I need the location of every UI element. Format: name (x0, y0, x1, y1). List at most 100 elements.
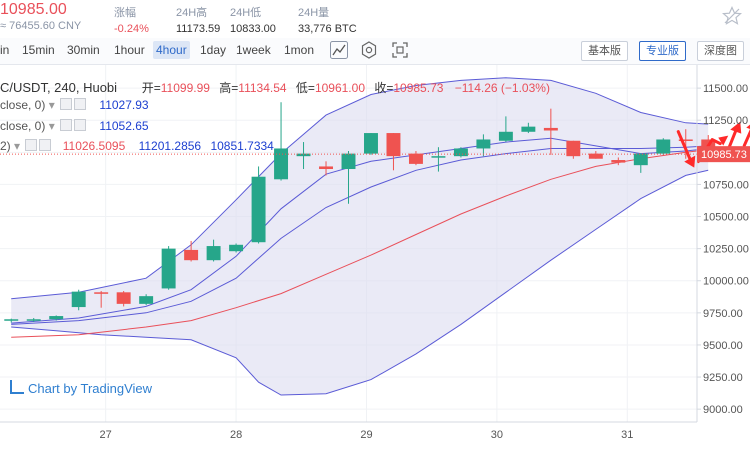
fullscreen-icon[interactable] (391, 41, 409, 59)
y-tick-label: 10500.00 (703, 212, 749, 224)
legend-ohlc: C/USDT, 240, Huobi 开=11099.99 高=11134.54… (0, 79, 550, 96)
volume-label: 24H量 (298, 7, 330, 19)
y-tick-label: 10000.00 (703, 276, 749, 288)
settings-icon[interactable] (60, 119, 73, 131)
candle-body (161, 248, 176, 289)
change-value-legend: −114.26 (−1.03%) (454, 81, 550, 95)
indicator-1-name: close, 0) (0, 98, 46, 112)
change-value: -0.24% (114, 23, 149, 35)
candle-body (319, 166, 333, 170)
low-stat: 24H低 10833.00 (230, 4, 276, 35)
legend-title: C/USDT, 240, Huobi (0, 80, 118, 95)
candle-body (229, 244, 244, 252)
candle-body (341, 153, 356, 170)
last-price-tag-label: 10985.73 (701, 149, 747, 161)
high-label: 24H高 (176, 7, 208, 19)
high-value: 11173.59 (176, 23, 221, 35)
cny-price: ≈ 76455.60 CNY (0, 20, 82, 32)
y-tick-label: 11500.00 (703, 83, 748, 95)
candle-body (206, 246, 221, 261)
candle-body (656, 139, 671, 154)
change-label: 涨幅 (114, 7, 136, 19)
x-tick-label: 28 (230, 429, 242, 441)
timeframe-1week[interactable]: 1week (236, 43, 271, 57)
candle-body (26, 319, 41, 321)
view-basic-button[interactable]: 基本版 (581, 41, 628, 61)
settings-icon[interactable] (25, 139, 38, 151)
indicator-2-value: 11052.65 (99, 119, 149, 133)
view-depth-button[interactable]: 深度图 (697, 41, 744, 61)
timeframe-1mon[interactable]: 1mon (284, 43, 314, 57)
timeframe-partial[interactable]: in (0, 43, 9, 57)
open-value: 11099.99 (160, 81, 210, 95)
chart-toolbar: in 15min 30min 1hour 4hour 1day 1week 1m… (0, 38, 750, 65)
indicator-3-name: 2) (0, 139, 11, 153)
candle-body (184, 249, 199, 261)
favorite-star-icon[interactable] (722, 6, 742, 26)
timeframe-15min[interactable]: 15min (22, 43, 55, 57)
ticker-bar: 10985.00 ≈ 76455.60 CNY 涨幅 -0.24% 24H高 1… (0, 0, 750, 39)
volume-value: 33,776 BTC (298, 23, 357, 35)
candle-body (71, 291, 86, 308)
candle-body (386, 133, 401, 157)
x-tick-label: 30 (491, 429, 503, 441)
y-tick-label: 9500.00 (703, 340, 743, 352)
legend-indicator-3: 2) ▾ 11026.5095 11201.2856 10851.7334 (0, 139, 274, 153)
candle-body (364, 133, 378, 154)
open-label: 开= (141, 81, 161, 95)
x-tick-label: 29 (360, 429, 372, 441)
high-value-legend: 11134.54 (238, 81, 287, 95)
indicator-3-value-1: 11026.5095 (62, 139, 126, 153)
timeframe-4hour[interactable]: 4hour (153, 41, 190, 59)
x-tick-label: 27 (100, 429, 112, 441)
candle-body (251, 176, 266, 243)
candle-body (431, 156, 446, 158)
candle-body (49, 316, 64, 320)
candle-body (116, 292, 131, 304)
y-tick-label: 9250.00 (703, 372, 743, 384)
close-icon[interactable] (74, 119, 87, 131)
y-tick-label: 11250.00 (703, 115, 748, 127)
low-value: 10833.00 (230, 23, 276, 35)
close-icon[interactable] (74, 98, 87, 110)
timeframe-1hour[interactable]: 1hour (114, 43, 145, 57)
candle-body (611, 160, 626, 163)
candlestick-icon[interactable] (330, 41, 348, 59)
close-icon[interactable] (39, 139, 52, 151)
candle-body (274, 148, 289, 180)
indicator-3-value-2: 11201.2856 (138, 139, 202, 153)
indicator-3-value-3: 10851.7334 (210, 139, 274, 153)
y-tick-label: 10250.00 (703, 244, 749, 256)
close-label-legend: 收= (374, 81, 394, 95)
settings-icon[interactable] (60, 98, 73, 110)
change-stat: 涨幅 -0.24% (114, 4, 149, 35)
candle-body (633, 153, 648, 166)
last-price: 10985.00 (0, 1, 67, 18)
legend-indicator-2: close, 0) ▾ 11052.65 (0, 119, 149, 133)
candle-body (408, 153, 423, 164)
timeframe-1day[interactable]: 1day (200, 43, 226, 57)
annotation-arrow (742, 128, 750, 148)
low-label-legend: 低= (295, 81, 315, 95)
watermark-text: Chart by TradingView (28, 381, 153, 396)
tradingview-watermark[interactable]: Chart by TradingView (10, 380, 152, 396)
y-tick-label: 9000.00 (703, 404, 743, 416)
view-pro-button[interactable]: 专业版 (639, 41, 686, 61)
y-tick-label: 10750.00 (703, 179, 749, 191)
gear-icon[interactable] (360, 41, 378, 59)
low-value-legend: 10961.00 (314, 81, 365, 95)
x-tick-label: 31 (621, 429, 633, 441)
high-label-legend: 高= (219, 81, 239, 95)
candle-body (476, 139, 491, 149)
candle-body (4, 319, 19, 321)
candle-body (498, 131, 513, 141)
candle-body (453, 148, 468, 157)
chart-icon (10, 380, 24, 394)
low-label: 24H低 (230, 7, 262, 19)
indicator-1-value: 11027.93 (99, 98, 149, 112)
candle-body (139, 296, 154, 304)
timeframe-30min[interactable]: 30min (67, 43, 100, 57)
close-value-legend: 10985.73 (393, 81, 444, 95)
y-tick-label: 9750.00 (703, 308, 743, 320)
candle-body (521, 126, 536, 132)
